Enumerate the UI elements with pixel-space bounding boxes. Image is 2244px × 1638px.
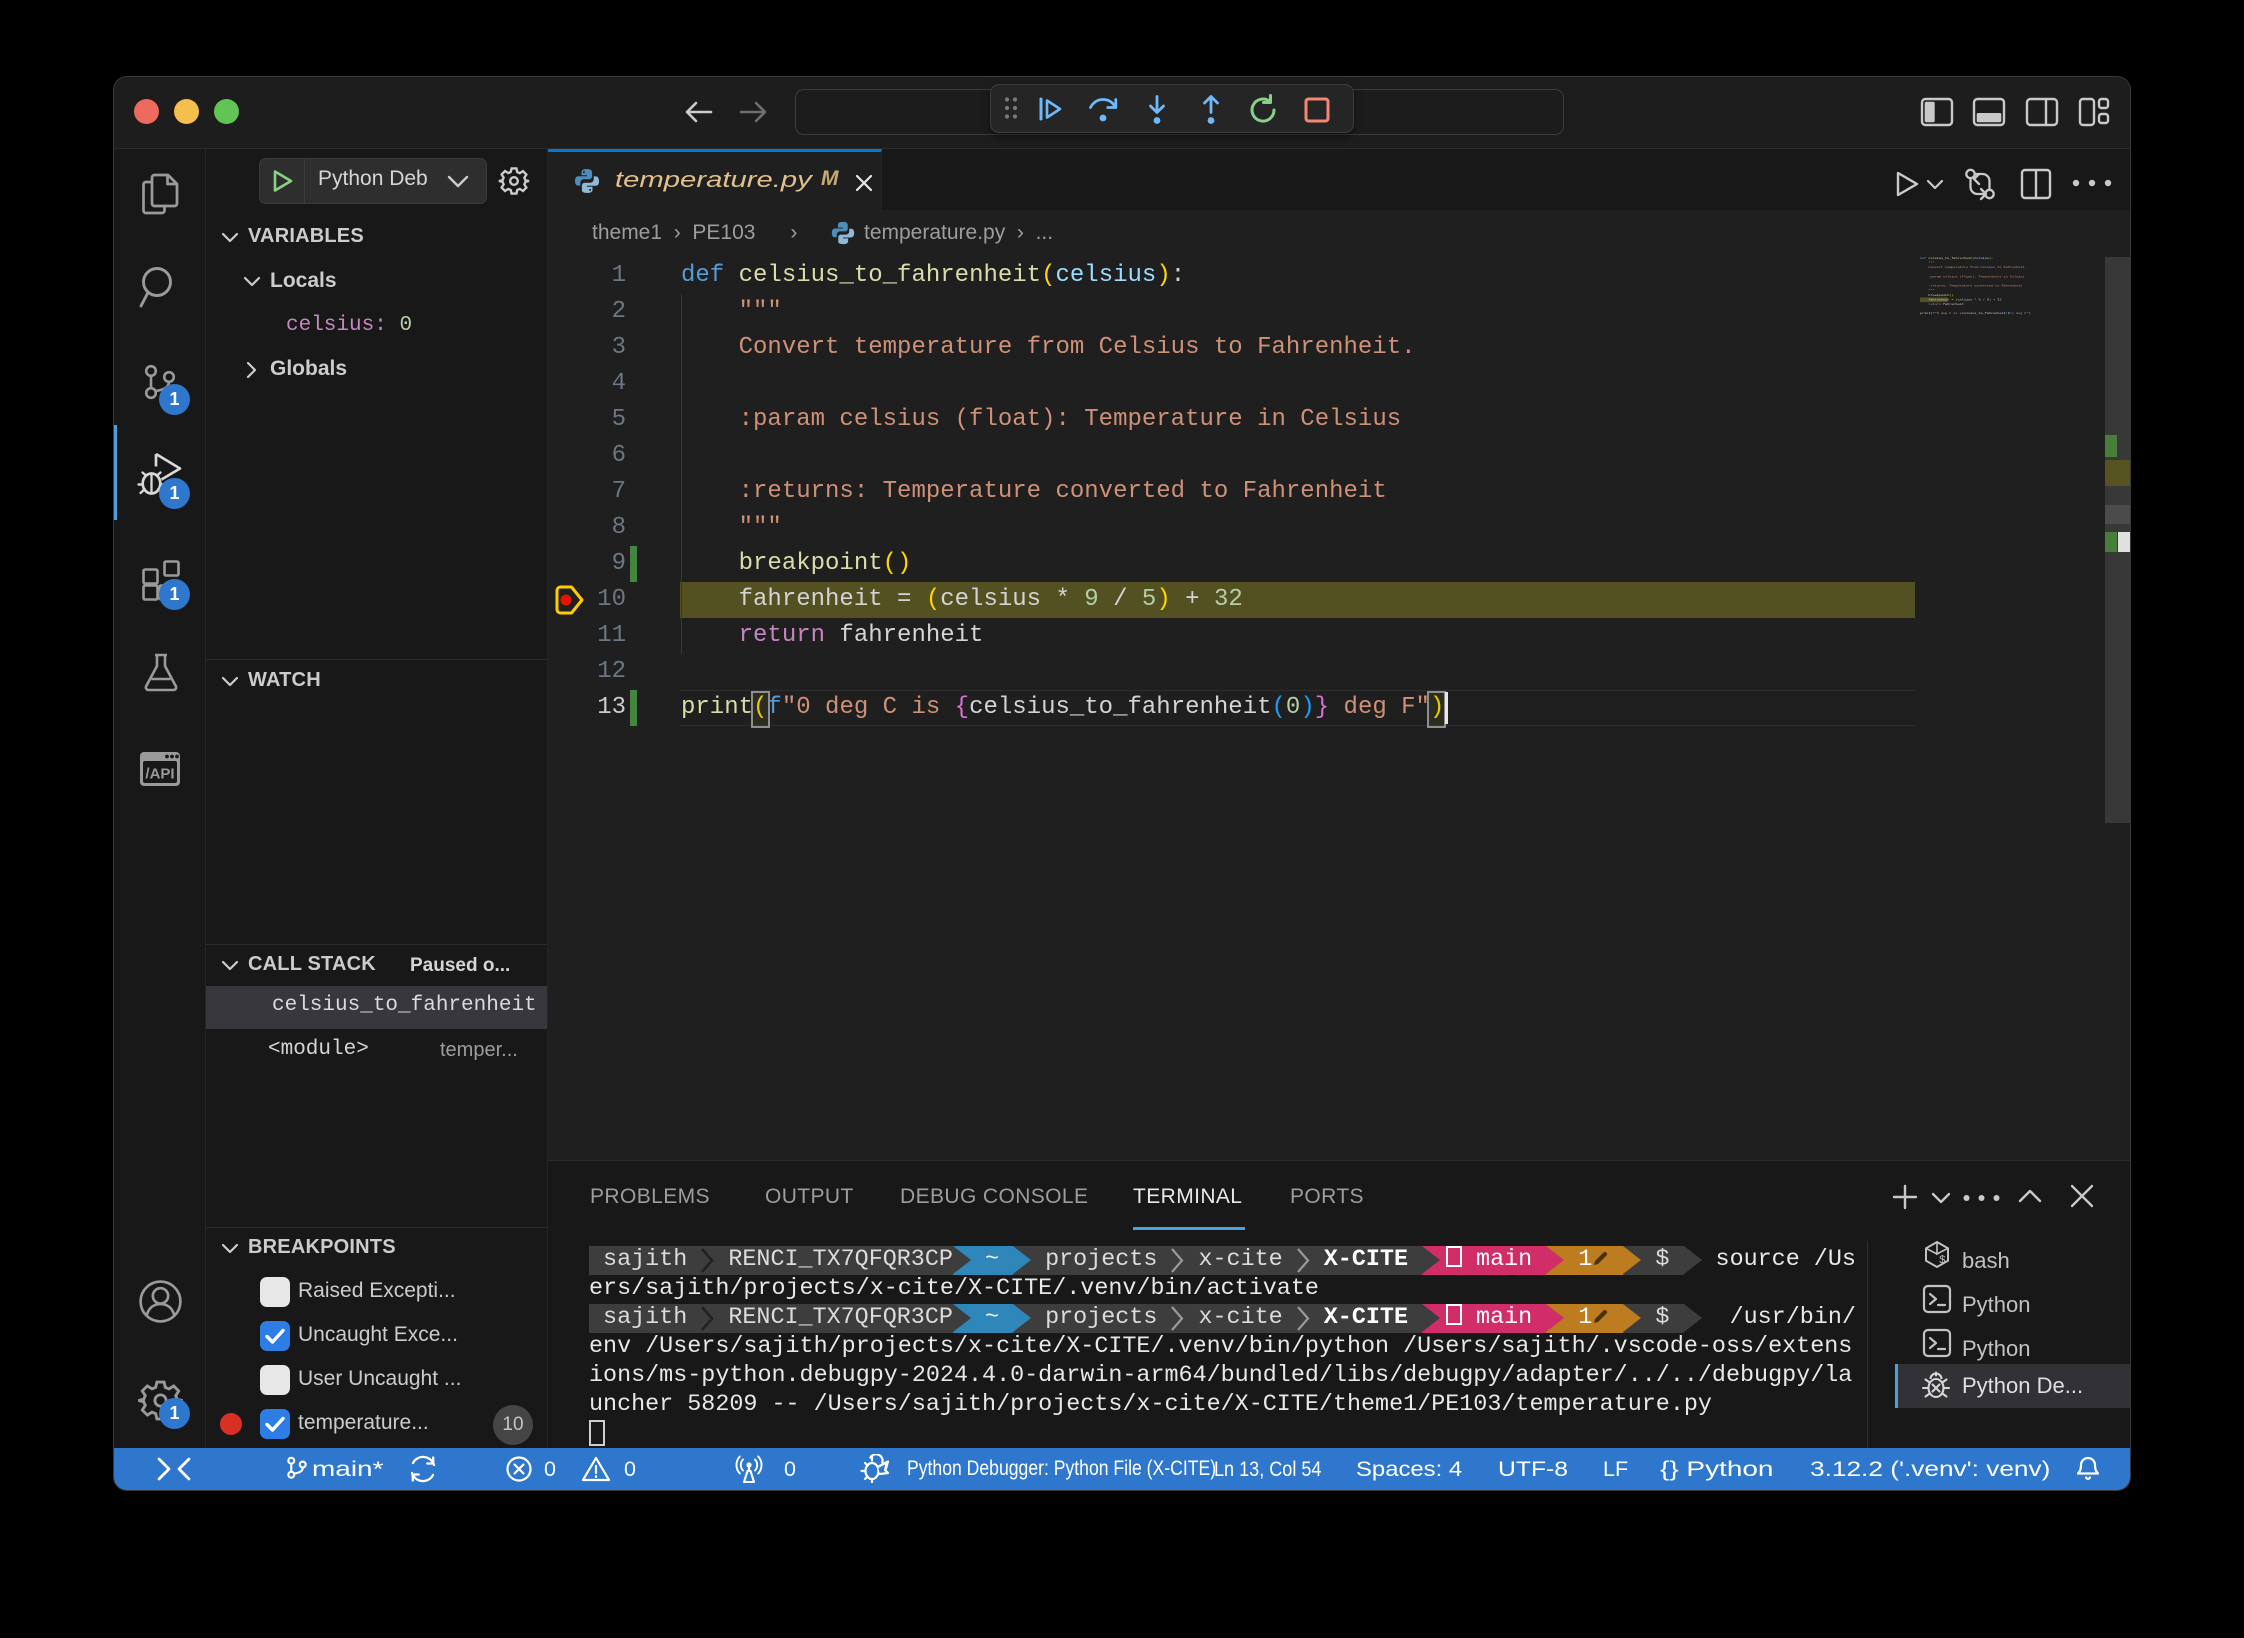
svg-text:/API: /API <box>145 766 174 783</box>
svg-text:$: $ <box>1939 1255 1946 1267</box>
